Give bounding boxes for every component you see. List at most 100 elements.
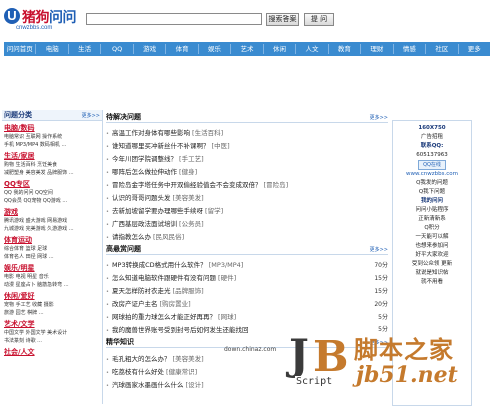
category-more-link[interactable]: 更多>> <box>82 112 100 119</box>
question-row[interactable]: • 夏天怎样防衬衣走光 [品牌服饰] 15分 <box>106 284 388 297</box>
question-row[interactable]: • MP3转换成CD格式用什么软件？ [MP3/MP4] 70分 <box>106 258 388 271</box>
category-sub[interactable]: 购物 生活百科 烹饪美食 <box>4 161 100 169</box>
sidebar-line[interactable]: 605137963 <box>393 151 471 160</box>
question-category[interactable]: [健身] <box>179 168 197 176</box>
category-sub[interactable]: QQ会员 QQ宠物 QQ游戏 ... <box>4 197 100 205</box>
question-row[interactable]: • 认识的哥哥问题头发 [美容美发] <box>106 190 388 203</box>
question-link[interactable]: 哪阵后怎么做拉伸动作 <box>112 168 177 176</box>
question-row[interactable]: • 哪阵后怎么做拉伸动作 [健身] <box>106 165 388 178</box>
question-row[interactable]: • 怎么知道电脑软件跟硬件有没有问题 [硬件] 15分 <box>106 271 388 284</box>
question-link[interactable]: 网球拍的重力球怎么才能正好再再？ <box>112 313 216 321</box>
question-link[interactable]: 夏天怎样防衬衣走光 <box>112 287 171 295</box>
question-link[interactable]: 冒险岛金字塔任务中开双偷经验值会不会变成双倍？ <box>112 181 262 189</box>
qq-online-badge[interactable]: QQ在线 <box>418 160 446 170</box>
category-sub[interactable]: 电脑常识 互联网 操作系统 <box>4 133 100 141</box>
category-name[interactable]: 社会/人文 <box>4 348 35 356</box>
sidebar-line[interactable]: 一天能可以解 <box>393 233 471 242</box>
category-sub[interactable]: 腾讯游戏 盛大游戏 网易游戏 <box>4 217 100 225</box>
sidebar-line[interactable]: Q积分 <box>393 224 471 233</box>
nav-item-community[interactable]: 社区 <box>426 44 459 54</box>
question-row[interactable]: • 冒险岛金字塔任务中开双偷经验值会不会变成双倍？ [冒险岛] <box>106 178 388 191</box>
question-link[interactable]: 谁知道哪里买冲新丝什不补课啊？ <box>112 142 210 150</box>
question-category[interactable]: [中医] <box>212 142 230 150</box>
sidebar-line[interactable]: QQ在线 <box>393 160 471 170</box>
question-category[interactable]: [冒险岛] <box>264 181 289 189</box>
category-sub[interactable]: 九城游戏 完美游戏 久游游戏 ... <box>4 225 100 233</box>
question-link[interactable]: 怎么知道电脑软件跟硬件有没有问题 <box>112 274 216 282</box>
sidebar-line[interactable]: www.cnwzbbs.com <box>393 170 471 179</box>
question-category[interactable]: [民风民俗] <box>153 233 184 241</box>
question-row[interactable]: • 请指教怎么办 [民风民俗] <box>106 229 388 242</box>
sidebar-line[interactable]: Q我发的问题 <box>393 179 471 188</box>
question-row[interactable]: • 谁知道哪里买冲新丝什不补课啊？ [中医] <box>106 139 388 152</box>
question-link[interactable]: 广西基层政法面试培训 <box>112 220 177 228</box>
sidebar-line[interactable]: 问问小贴程序 <box>393 206 471 215</box>
pending-more-link[interactable]: 更多>> <box>370 114 388 121</box>
question-category[interactable]: [购房置业] <box>160 300 191 308</box>
reward-more-link[interactable]: 更多>> <box>370 246 388 253</box>
question-category[interactable]: [MP3/MP4] <box>209 261 244 269</box>
question-category[interactable]: [设计] <box>186 381 204 389</box>
nav-item-emotion[interactable]: 情感 <box>394 44 427 54</box>
sidebar-line[interactable]: 广告招租 <box>393 133 471 142</box>
nav-item-art[interactable]: 艺术 <box>231 44 264 54</box>
nav-item-entertainment[interactable]: 娱乐 <box>199 44 232 54</box>
question-row[interactable]: • 去新加坡留学要办理哪些手续呀 [留学] <box>106 203 388 216</box>
question-row[interactable]: • 高温工作对身体有哪些影响 [生活百科] <box>106 126 388 139</box>
question-category[interactable]: [网球] <box>218 313 236 321</box>
category-name[interactable]: 电脑/数码 <box>4 124 35 132</box>
question-link[interactable]: 今年川团学院调整线？ <box>112 155 177 163</box>
sidebar-line[interactable]: 好平大家欢迎 <box>393 251 471 260</box>
question-link[interactable]: 高温工作对身体有哪些影响 <box>112 129 190 137</box>
search-answers-button[interactable]: 搜索答案 <box>266 13 299 26</box>
category-sub[interactable]: 动漫 星座占卜 脑筋急转弯 ... <box>4 281 100 289</box>
category-sub[interactable]: 体育名人 田径 网球 ... <box>4 253 100 261</box>
category-sub[interactable]: 电影 电视 明星 音乐 <box>4 273 100 281</box>
nav-item-home[interactable]: 问问首页 <box>4 44 37 54</box>
category-sub[interactable]: 减肥塑身 美容美发 品牌服饰 ... <box>4 169 100 177</box>
question-category[interactable]: [留学] <box>205 207 223 215</box>
category-sub[interactable]: 综合体育 篮球 足球 <box>4 245 100 253</box>
category-name[interactable]: 娱乐/明星 <box>4 264 35 272</box>
question-row[interactable]: • 改房产证户主名 [购房置业] 20分 <box>106 297 388 310</box>
search-input[interactable] <box>86 13 262 25</box>
category-name[interactable]: 体育运动 <box>4 236 32 244</box>
nav-item-more[interactable]: 更多 <box>459 44 490 54</box>
question-link[interactable]: MP3转换成CD格式用什么软件？ <box>112 261 207 269</box>
ask-question-button[interactable]: 提 问 <box>304 13 334 26</box>
sidebar-line[interactable]: 受到公众领 更新 <box>393 260 471 269</box>
nav-item-computer[interactable]: 电脑 <box>36 44 69 54</box>
nav-item-qq[interactable]: QQ <box>101 44 134 54</box>
category-sub[interactable]: QQ 我的问问 QQ空间 <box>4 189 100 197</box>
question-category[interactable]: [公务员] <box>179 220 204 228</box>
question-link[interactable]: 我的魔兽世界账号受到封号后如何发生还能找回 <box>112 326 249 334</box>
category-sub[interactable]: 旅游 园艺 棋牌 ... <box>4 309 100 317</box>
category-sub[interactable]: 手机 MP3/MP4 数码相机 ... <box>4 141 100 149</box>
question-link[interactable]: 请指教怎么办 <box>112 233 151 241</box>
question-row[interactable]: • 网球拍的重力球怎么才能正好再再？ [网球] 5分 <box>106 310 388 323</box>
sidebar-line[interactable]: Q我下问题 <box>393 188 471 197</box>
category-name[interactable]: 艺术/文学 <box>4 320 35 328</box>
category-sub[interactable]: 书法篆刻 诗歌 ... <box>4 337 100 345</box>
nav-item-leisure[interactable]: 休闲 <box>264 44 297 54</box>
question-link[interactable]: 吃荔枝有什么好处 <box>112 368 164 376</box>
nav-item-games[interactable]: 游戏 <box>134 44 167 54</box>
question-link[interactable]: 认识的哥哥问题头发 <box>112 194 171 202</box>
sidebar-line[interactable]: 也想来参加问 <box>393 242 471 251</box>
question-category[interactable]: [健康常识] <box>166 368 197 376</box>
question-category[interactable]: [美容美发] <box>173 194 204 202</box>
question-link[interactable]: 去新加坡留学要办理哪些手续呀 <box>112 207 203 215</box>
nav-item-humanities[interactable]: 人文 <box>296 44 329 54</box>
question-link[interactable]: 毛孔粗大的怎么办？ <box>112 355 171 363</box>
category-sub[interactable]: 宠物 手工艺 收藏 摄影 <box>4 301 100 309</box>
question-category[interactable]: [品牌服饰] <box>173 287 204 295</box>
category-name[interactable]: 休闲/爱好 <box>4 292 35 300</box>
site-logo[interactable]: U 猪狗问问 cnwzbbs.com <box>4 6 84 34</box>
category-name[interactable]: 游戏 <box>4 208 18 216</box>
question-category[interactable]: [生活百科] <box>192 129 223 137</box>
category-name[interactable]: 生活/家居 <box>4 152 35 160</box>
question-category[interactable]: [硬件] <box>218 274 236 282</box>
sidebar-line[interactable]: 就不用看 <box>393 278 471 287</box>
nav-item-education[interactable]: 教育 <box>329 44 362 54</box>
nav-item-life[interactable]: 生活 <box>69 44 102 54</box>
